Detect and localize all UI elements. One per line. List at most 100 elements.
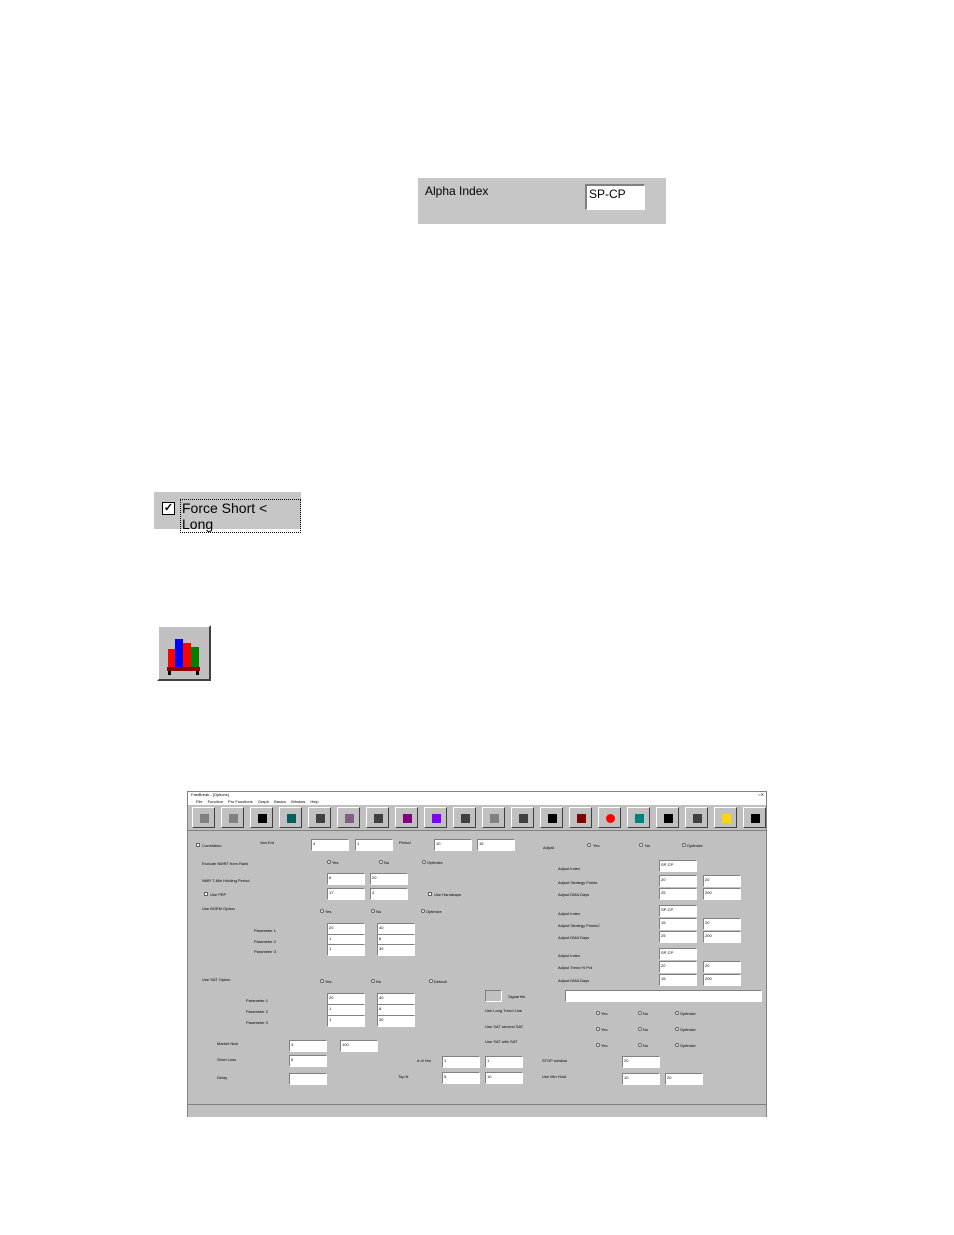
adjust-trend-field-1[interactable]: 20 [659, 961, 697, 973]
sat-p3-field-1[interactable]: 1 [327, 1015, 365, 1027]
adjust-trend-field-2[interactable]: 20 [703, 961, 741, 973]
mountain-toolbar-button[interactable] [569, 807, 592, 828]
menu-help[interactable]: Help [310, 799, 318, 804]
sat-second-no-radio[interactable] [638, 1027, 642, 1031]
use-handicap-checkbox[interactable] [428, 892, 432, 896]
boem-yes-radio[interactable] [320, 909, 324, 913]
period-field-1[interactable]: 10 [434, 839, 472, 851]
menu-file[interactable]: File [196, 799, 202, 804]
adjust-dma-3-field-2[interactable]: 200 [703, 974, 741, 986]
pin-toolbar-button[interactable] [627, 807, 650, 828]
period-field-2[interactable]: 15 [477, 839, 515, 851]
diamond-toolbar-button[interactable] [482, 807, 505, 828]
adjust-dma-1-field-1[interactable]: 25 [659, 888, 697, 900]
sat-param-2-label: Parameter 2 [246, 1009, 269, 1014]
arrow-toolbar-button[interactable] [192, 807, 215, 828]
signal-file-button[interactable] [485, 990, 502, 1002]
stop-toolbar-button[interactable] [598, 807, 621, 828]
adjust-dma-2-field-2[interactable]: 200 [703, 931, 741, 943]
vari-ent-field-2[interactable]: 1 [355, 839, 393, 851]
sat-default-radio[interactable] [429, 979, 433, 983]
menu-graph[interactable]: Graph [258, 799, 269, 804]
cube-toolbar-button[interactable] [308, 807, 331, 828]
exclude-no-radio[interactable] [379, 860, 383, 864]
adjust-strategy-2-field-1[interactable]: 15 [659, 918, 697, 930]
sat-second-yes-radio[interactable] [596, 1027, 600, 1031]
boem-no-radio[interactable] [371, 909, 375, 913]
sat-yes-radio[interactable] [320, 979, 324, 983]
rank-hrs-field-1[interactable]: 1 [442, 1056, 480, 1068]
use-sat-label: Use SAT Option [202, 977, 231, 982]
adjust-strategy-1-field-1[interactable]: 20 [659, 875, 697, 887]
correlation-checkbox[interactable] [196, 843, 200, 847]
delay-field[interactable] [289, 1073, 327, 1085]
min-hold-field-1[interactable]: 10 [622, 1073, 660, 1085]
adjust-yes-radio[interactable] [587, 843, 591, 847]
refresh-toolbar-button[interactable] [511, 807, 534, 828]
adjust-index-2-field[interactable]: SP-CP [659, 905, 697, 917]
sat-with-optimize-radio[interactable] [675, 1043, 679, 1047]
min-hold-field-2[interactable]: 20 [665, 1073, 703, 1085]
save-icon [258, 814, 267, 823]
menu-function[interactable]: Function [208, 799, 223, 804]
pep-field-2[interactable]: 4 [370, 888, 408, 900]
alpha-index-input[interactable]: SP-CP [585, 184, 645, 210]
top-n-field-1[interactable]: 5 [442, 1072, 480, 1084]
adjust-dma-3-field-1[interactable]: 15 [659, 974, 697, 986]
boem-optimize-radio[interactable] [421, 909, 425, 913]
menu-basics[interactable]: Basics [274, 799, 286, 804]
menu-pro-functions[interactable]: Pro Functions [228, 799, 253, 804]
exit-toolbar-button[interactable] [743, 807, 766, 828]
sat-with-no-radio[interactable] [638, 1043, 642, 1047]
book-toolbar-button[interactable] [279, 807, 302, 828]
adjust-dma-1-field-2[interactable]: 200 [703, 888, 741, 900]
nmr-field-2[interactable]: 20 [370, 873, 408, 885]
pep-field-1[interactable]: 17 [327, 888, 365, 900]
use-pep-checkbox[interactable] [204, 892, 208, 896]
market-nick-field-2[interactable]: 100 [340, 1040, 378, 1052]
adjust-index-1-field[interactable]: SP-CP [659, 860, 697, 872]
adjust-index-3-field[interactable]: SP-CP [659, 948, 697, 960]
top-n-field-2[interactable]: 10 [485, 1072, 523, 1084]
sat-no-radio[interactable] [371, 979, 375, 983]
color-wheel-toolbar-button[interactable] [453, 807, 476, 828]
nmr-field-1[interactable]: 6 [327, 873, 365, 885]
rank-hrs-field-2[interactable]: 1 [485, 1056, 523, 1068]
sat-with-yes-radio[interactable] [596, 1043, 600, 1047]
adjust-optimize-radio[interactable] [682, 843, 686, 847]
open-toolbar-button[interactable] [221, 807, 244, 828]
long-trend-yes-radio[interactable] [596, 1011, 600, 1015]
sat-second-optimize-radio[interactable] [675, 1027, 679, 1031]
sat-second-optimize-label: Optimize [680, 1027, 696, 1032]
boem-p3-field-2[interactable]: 30 [377, 944, 415, 956]
scissors-toolbar-button[interactable] [540, 807, 563, 828]
use-handicap-label: Use Handicaps [434, 892, 462, 897]
bulb-toolbar-button[interactable] [714, 807, 737, 828]
exclude-yes-radio[interactable] [327, 860, 331, 864]
grid-toolbar-button[interactable] [366, 807, 389, 828]
save-toolbar-button[interactable] [250, 807, 273, 828]
menu-window[interactable]: Window [291, 799, 305, 804]
exclude-optimize-radio[interactable] [422, 860, 426, 864]
calendar-toolbar-button[interactable] [395, 807, 418, 828]
boem-p3-field-1[interactable]: 1 [327, 944, 365, 956]
adjust-strategy-1-field-2[interactable]: 20 [703, 875, 741, 887]
use-boem-label: Use BOEM Option [202, 906, 235, 911]
signal-file-field[interactable] [565, 990, 762, 1002]
adjust-dma-2-field-1[interactable]: 25 [659, 931, 697, 943]
document-toolbar-button[interactable] [337, 807, 360, 828]
long-trend-no-radio[interactable] [638, 1011, 642, 1015]
force-short-checkbox[interactable]: ✓ [162, 502, 175, 515]
sat-p3-field-2[interactable]: 30 [377, 1015, 415, 1027]
long-trend-optimize-radio[interactable] [675, 1011, 679, 1015]
market-nick-field-1[interactable]: 4 [289, 1040, 327, 1052]
chart-toolbar-button[interactable] [424, 807, 447, 828]
chart-button[interactable] [157, 625, 211, 681]
stop-window-field[interactable]: 20 [622, 1056, 660, 1068]
short-loss-field[interactable]: 5 [289, 1055, 327, 1067]
vari-ent-field-1[interactable]: 4 [311, 839, 349, 851]
adjust-no-radio[interactable] [639, 843, 643, 847]
adjust-strategy-2-field-2[interactable]: 20 [703, 918, 741, 930]
people-toolbar-button[interactable] [656, 807, 679, 828]
table-toolbar-button[interactable] [685, 807, 708, 828]
